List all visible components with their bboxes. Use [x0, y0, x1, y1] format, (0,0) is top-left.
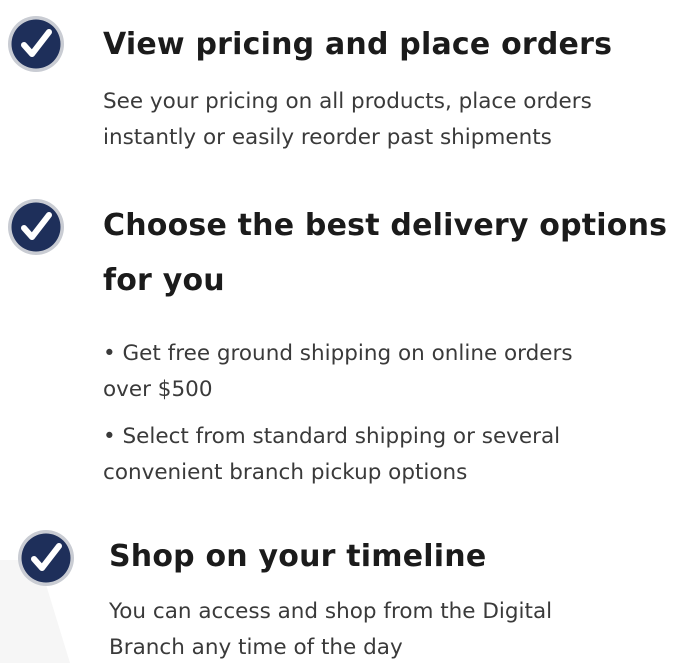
feature-description: See your pricing on all products, place …: [103, 84, 592, 156]
check-circle-icon: [6, 197, 66, 257]
description-line: You can access and shop from the Digital: [109, 599, 553, 624]
bullet-line: convenient branch pickup options: [103, 460, 468, 485]
bullet-item: • Select from standard shipping or sever…: [103, 419, 560, 491]
description-line: Branch any time of the day: [109, 635, 403, 660]
description-line: instantly or easily reorder past shipmen…: [103, 125, 552, 150]
bullet-line: • Select from standard shipping or sever…: [103, 424, 561, 449]
description-line: See your pricing on all products, place …: [103, 89, 592, 114]
feature-title: View pricing and place orders: [103, 27, 613, 62]
feature-title: Shop on your timeline: [109, 539, 487, 574]
feature-title-continued: for you: [103, 263, 225, 298]
bullet-line: • Get free ground shipping on online ord…: [103, 341, 573, 366]
check-circle-icon: [6, 14, 66, 74]
bullet-line: over $500: [103, 377, 213, 402]
check-circle-icon: [16, 528, 76, 588]
feature-title: Choose the best delivery options: [103, 208, 668, 243]
bullet-item: • Get free ground shipping on online ord…: [103, 336, 573, 408]
feature-description: You can access and shop from the Digital…: [109, 594, 552, 666]
